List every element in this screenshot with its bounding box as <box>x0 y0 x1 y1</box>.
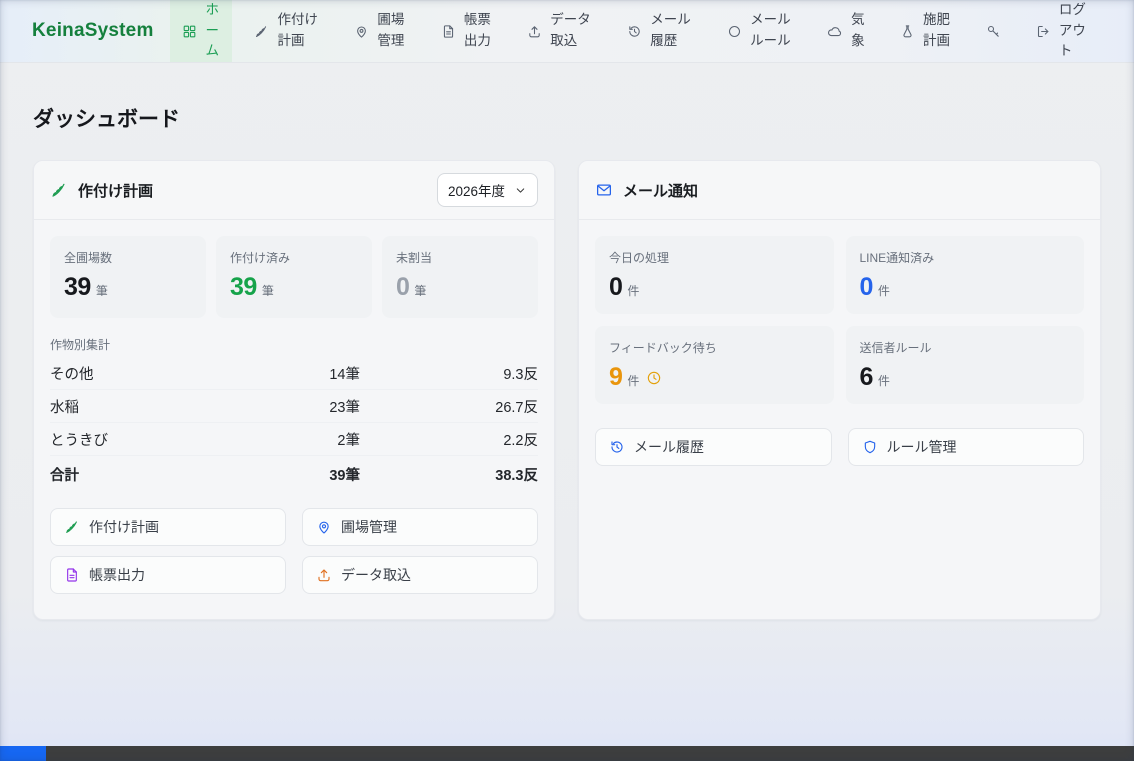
stat-value: 39 <box>230 273 257 302</box>
planting-quick-actions: 作付け計画 圃場管理 帳票出力 データ取込 <box>50 508 538 594</box>
stat-value: 39 <box>64 273 91 302</box>
planting-plan-button[interactable]: 作付け計画 <box>50 508 286 546</box>
crop-summary-label: 作物別集計 <box>50 336 538 353</box>
logout-icon <box>1036 24 1051 39</box>
history-icon <box>609 439 625 455</box>
stat-value: 0 <box>860 273 873 302</box>
history-icon <box>627 24 642 39</box>
report-output-button[interactable]: 帳票出力 <box>50 556 286 594</box>
key-icon <box>986 24 1001 39</box>
mail-card-title: メール通知 <box>623 180 698 201</box>
top-nav: KeinaSystem ホーム 作付け計画 圃場管理 帳票出力 データ取込 メー… <box>0 0 1134 63</box>
nav-item-report-output[interactable]: 帳票出力 <box>429 0 505 62</box>
circle-icon <box>727 24 742 39</box>
upload-icon <box>316 567 332 583</box>
planting-plan-card: 作付け計画 2026年度 全圃場数 39筆 作付け済み 39筆 <box>33 160 555 620</box>
nav-item-logout[interactable]: ログアウト <box>1024 0 1100 62</box>
stat-unassigned: 未割当 0筆 <box>382 236 538 318</box>
nav-item-data-import[interactable]: データ取込 <box>515 0 605 62</box>
page-title: ダッシュボード <box>33 103 1101 133</box>
stat-value: 6 <box>860 363 873 392</box>
envelope-icon <box>595 181 613 199</box>
document-icon <box>64 567 80 583</box>
clock-icon <box>646 370 662 386</box>
table-row: とうきび 2筆 2.2反 <box>50 423 538 456</box>
nav-label: 気象 <box>850 10 866 52</box>
nav-label: ホーム <box>205 0 221 62</box>
stat-today-processed: 今日の処理 0件 <box>595 236 834 314</box>
nav-item-weather[interactable]: 気象 <box>815 0 878 62</box>
crop-summary-table: その他 14筆 9.3反 水稲 23筆 26.7反 とうきび 2筆 2.2反 <box>50 357 538 492</box>
nav-label: メール履歴 <box>650 10 693 52</box>
nav-label: 圃場管理 <box>377 10 406 52</box>
stat-feedback-waiting: フィードバック待ち 9件 <box>595 326 834 404</box>
stat-value: 0 <box>396 273 409 302</box>
planting-card-header: 作付け計画 2026年度 <box>34 161 554 220</box>
nav-item-field-management[interactable]: 圃場管理 <box>342 0 418 62</box>
flask-icon <box>900 24 915 39</box>
chevron-down-icon <box>514 184 527 197</box>
nav-label: データ取込 <box>550 10 593 52</box>
map-pin-icon <box>354 24 369 39</box>
stat-value: 9 <box>609 363 622 392</box>
wheat-icon <box>50 181 68 199</box>
wheat-icon <box>254 24 269 39</box>
nav-item-planting-plan[interactable]: 作付け計画 <box>242 0 332 62</box>
year-select-value: 2026年度 <box>448 180 505 200</box>
nav-item-fertilization-plan[interactable]: 施肥計画 <box>888 0 964 62</box>
stat-total-fields: 全圃場数 39筆 <box>50 236 206 318</box>
mail-history-button[interactable]: メール履歴 <box>595 428 832 466</box>
stat-value: 0 <box>609 273 622 302</box>
nav-label: ログアウト <box>1059 0 1088 62</box>
nav-item-mail-rules[interactable]: メールルール <box>715 0 805 62</box>
grid-icon <box>182 24 197 39</box>
mail-card-header: メール通知 <box>579 161 1100 220</box>
table-row: 水稲 23筆 26.7反 <box>50 390 538 423</box>
stat-sender-rules: 送信者ルール 6件 <box>846 326 1085 404</box>
mail-stats-grid: 今日の処理 0件 LINE通知済み 0件 フィードバック待ち 9件 <box>595 236 1084 404</box>
upload-icon <box>527 24 542 39</box>
year-select[interactable]: 2026年度 <box>437 173 538 207</box>
mail-quick-actions: メール履歴 ルール管理 <box>595 428 1084 466</box>
main-nav: ホーム 作付け計画 圃場管理 帳票出力 データ取込 メール履歴 メールルール <box>170 0 1134 62</box>
taskbar-accent <box>0 746 46 761</box>
shield-icon <box>862 439 878 455</box>
nav-label: 施肥計画 <box>923 10 952 52</box>
nav-label: 作付け計画 <box>277 10 320 52</box>
data-import-button[interactable]: データ取込 <box>302 556 538 594</box>
wheat-icon <box>64 519 80 535</box>
field-stats-row: 全圃場数 39筆 作付け済み 39筆 未割当 0筆 <box>50 236 538 318</box>
mail-notification-card: メール通知 今日の処理 0件 LINE通知済み 0件 フィードバック待ち <box>578 160 1101 620</box>
rule-management-button[interactable]: ルール管理 <box>848 428 1085 466</box>
cloud-icon <box>827 24 842 39</box>
planting-card-title: 作付け計画 <box>78 180 153 201</box>
table-row: その他 14筆 9.3反 <box>50 357 538 390</box>
stat-line-notified: LINE通知済み 0件 <box>846 236 1085 314</box>
nav-item-password-key[interactable] <box>974 0 1013 62</box>
map-pin-icon <box>316 519 332 535</box>
nav-label: 帳票出力 <box>464 10 493 52</box>
document-icon <box>441 24 456 39</box>
stat-planted: 作付け済み 39筆 <box>216 236 372 318</box>
nav-item-mail-history[interactable]: メール履歴 <box>615 0 705 62</box>
nav-label: メールルール <box>750 10 793 52</box>
brand-logo[interactable]: KeinaSystem <box>32 20 154 42</box>
dashboard-main: ダッシュボード 作付け計画 2026年度 全圃場数 39筆 作 <box>0 103 1134 620</box>
table-row-total: 合計 39筆 38.3反 <box>50 456 538 492</box>
nav-item-home[interactable]: ホーム <box>170 0 233 62</box>
field-management-button[interactable]: 圃場管理 <box>302 508 538 546</box>
taskbar[interactable] <box>0 746 1134 761</box>
